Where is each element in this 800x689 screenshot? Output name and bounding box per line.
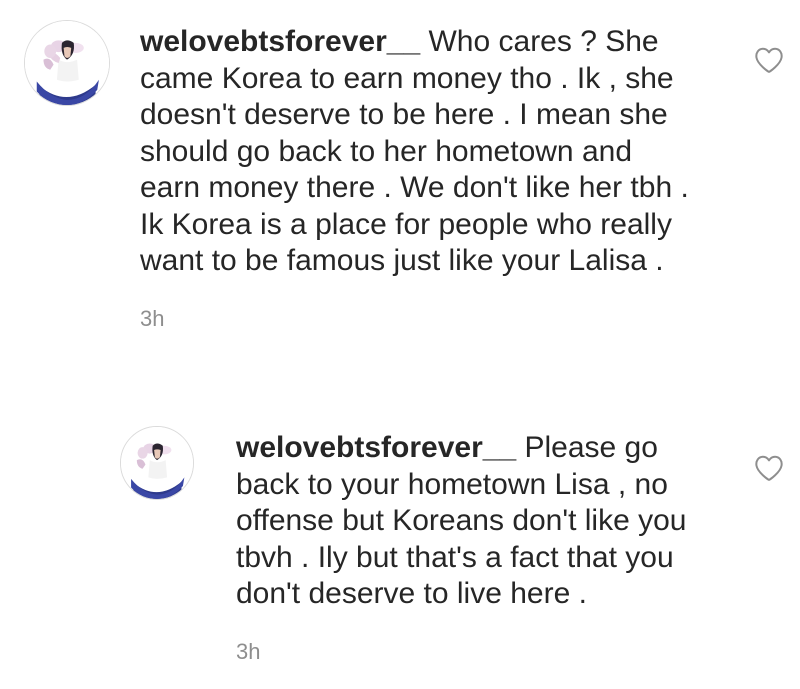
avatar-image	[121, 427, 193, 499]
heart-outline-icon[interactable]	[754, 46, 784, 74]
avatar[interactable]	[120, 426, 194, 500]
timestamp[interactable]: 3h	[236, 639, 716, 665]
timestamp[interactable]: 3h	[140, 306, 700, 332]
comment-message: Who cares ? She came Korea to earn money…	[140, 25, 689, 277]
comment-body: welovebtsforever__ Please go back to you…	[236, 430, 716, 665]
username-link[interactable]: welovebtsforever__	[140, 25, 420, 58]
username-link[interactable]: welovebtsforever__	[236, 431, 516, 464]
comment: welovebtsforever__ Who cares ? She came …	[24, 20, 784, 332]
comment-text: welovebtsforever__ Please go back to you…	[236, 430, 716, 613]
reply-comment: welovebtsforever__ Please go back to you…	[120, 426, 784, 665]
heart-outline-icon[interactable]	[754, 454, 784, 482]
avatar[interactable]	[24, 20, 110, 106]
avatar-image	[25, 21, 109, 105]
comment-text: welovebtsforever__ Who cares ? She came …	[140, 24, 700, 280]
comment-body: welovebtsforever__ Who cares ? She came …	[140, 24, 700, 332]
